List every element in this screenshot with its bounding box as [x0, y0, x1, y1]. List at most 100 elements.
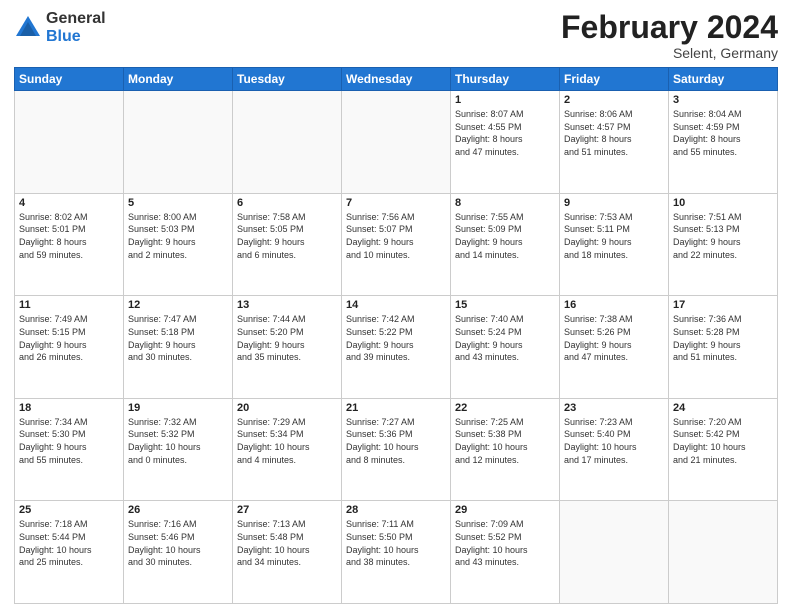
- calendar-cell: 13 Sunrise: 7:44 AM Sunset: 5:20 PM Dayli…: [233, 296, 342, 399]
- page: General Blue February 2024 Selent, Germa…: [0, 0, 792, 612]
- calendar-cell: 11 Sunrise: 7:49 AM Sunset: 5:15 PM Dayli…: [15, 296, 124, 399]
- day-number: 8: [455, 197, 555, 209]
- day-number: 17: [673, 299, 773, 311]
- calendar-cell: 23Sunrise: 7:23 AM Sunset: 5:40 PM Dayli…: [560, 398, 669, 501]
- calendar-week-2: 11 Sunrise: 7:49 AM Sunset: 5:15 PM Dayli…: [15, 296, 778, 399]
- day-info: Sunrise: 7:11 AM Sunset: 5:50 PM Dayligh…: [346, 518, 446, 568]
- calendar-week-0: 1 Sunrise: 8:07 AM Sunset: 4:55 PM Daylig…: [15, 91, 778, 194]
- calendar-cell: 9Sunrise: 7:53 AM Sunset: 5:11 PM Daylig…: [560, 193, 669, 296]
- day-number: 3: [673, 94, 773, 106]
- calendar-cell: 21 Sunrise: 7:27 AM Sunset: 5:36 PM Dayli…: [342, 398, 451, 501]
- day-info: Sunrise: 7:58 AM Sunset: 5:05 PM Dayligh…: [237, 211, 337, 261]
- calendar-header-thursday: Thursday: [451, 68, 560, 91]
- calendar-cell: 26 Sunrise: 7:16 AM Sunset: 5:46 PM Dayli…: [124, 501, 233, 604]
- day-info: Sunrise: 7:34 AM Sunset: 5:30 PM Dayligh…: [19, 416, 119, 466]
- day-info: Sunrise: 8:06 AM Sunset: 4:57 PM Dayligh…: [564, 108, 664, 158]
- day-number: 20: [237, 402, 337, 414]
- day-number: 24: [673, 402, 773, 414]
- calendar-cell: 1 Sunrise: 8:07 AM Sunset: 4:55 PM Daylig…: [451, 91, 560, 194]
- day-info: Sunrise: 7:40 AM Sunset: 5:24 PM Dayligh…: [455, 313, 555, 363]
- day-number: 14: [346, 299, 446, 311]
- day-number: 18: [19, 402, 119, 414]
- day-number: 4: [19, 197, 119, 209]
- day-number: 19: [128, 402, 228, 414]
- header: General Blue February 2024 Selent, Germa…: [14, 10, 778, 61]
- calendar-cell: 29 Sunrise: 7:09 AM Sunset: 5:52 PM Dayli…: [451, 501, 560, 604]
- logo-general: General: [46, 10, 106, 27]
- calendar-cell: 3 Sunrise: 8:04 AM Sunset: 4:59 PM Daylig…: [669, 91, 778, 194]
- day-number: 1: [455, 94, 555, 106]
- day-info: Sunrise: 7:55 AM Sunset: 5:09 PM Dayligh…: [455, 211, 555, 261]
- day-number: 11: [19, 299, 119, 311]
- calendar-cell: 25 Sunrise: 7:18 AM Sunset: 5:44 PM Dayli…: [15, 501, 124, 604]
- calendar-cell: [669, 501, 778, 604]
- calendar-cell: 22 Sunrise: 7:25 AM Sunset: 5:38 PM Dayli…: [451, 398, 560, 501]
- day-info: Sunrise: 7:25 AM Sunset: 5:38 PM Dayligh…: [455, 416, 555, 466]
- calendar-cell: 24 Sunrise: 7:20 AM Sunset: 5:42 PM Dayli…: [669, 398, 778, 501]
- day-info: Sunrise: 7:09 AM Sunset: 5:52 PM Dayligh…: [455, 518, 555, 568]
- day-info: Sunrise: 7:16 AM Sunset: 5:46 PM Dayligh…: [128, 518, 228, 568]
- day-number: 7: [346, 197, 446, 209]
- day-info: Sunrise: 8:04 AM Sunset: 4:59 PM Dayligh…: [673, 108, 773, 158]
- calendar-cell: 20 Sunrise: 7:29 AM Sunset: 5:34 PM Dayli…: [233, 398, 342, 501]
- calendar-header-friday: Friday: [560, 68, 669, 91]
- calendar-cell: 10Sunrise: 7:51 AM Sunset: 5:13 PM Dayli…: [669, 193, 778, 296]
- day-number: 22: [455, 402, 555, 414]
- day-info: Sunrise: 8:07 AM Sunset: 4:55 PM Dayligh…: [455, 108, 555, 158]
- day-number: 13: [237, 299, 337, 311]
- day-number: 29: [455, 504, 555, 516]
- day-info: Sunrise: 7:42 AM Sunset: 5:22 PM Dayligh…: [346, 313, 446, 363]
- calendar-cell: 5 Sunrise: 8:00 AM Sunset: 5:03 PM Daylig…: [124, 193, 233, 296]
- day-number: 16: [564, 299, 664, 311]
- calendar-cell: 7Sunrise: 7:56 AM Sunset: 5:07 PM Daylig…: [342, 193, 451, 296]
- day-number: 21: [346, 402, 446, 414]
- day-number: 27: [237, 504, 337, 516]
- calendar-week-4: 25 Sunrise: 7:18 AM Sunset: 5:44 PM Dayli…: [15, 501, 778, 604]
- calendar-cell: [560, 501, 669, 604]
- calendar-cell: [124, 91, 233, 194]
- logo-text: General Blue: [46, 10, 106, 45]
- day-number: 10: [673, 197, 773, 209]
- title-block: February 2024 Selent, Germany: [561, 10, 778, 61]
- calendar-cell: [15, 91, 124, 194]
- logo: General Blue: [14, 10, 106, 45]
- day-number: 25: [19, 504, 119, 516]
- calendar-cell: 2 Sunrise: 8:06 AM Sunset: 4:57 PM Daylig…: [560, 91, 669, 194]
- day-number: 12: [128, 299, 228, 311]
- title-location: Selent, Germany: [561, 45, 778, 61]
- day-info: Sunrise: 8:02 AM Sunset: 5:01 PM Dayligh…: [19, 211, 119, 261]
- day-info: Sunrise: 7:23 AM Sunset: 5:40 PM Dayligh…: [564, 416, 664, 466]
- calendar-table: SundayMondayTuesdayWednesdayThursdayFrid…: [14, 67, 778, 604]
- calendar-header-wednesday: Wednesday: [342, 68, 451, 91]
- calendar-cell: 19 Sunrise: 7:32 AM Sunset: 5:32 PM Dayli…: [124, 398, 233, 501]
- logo-blue: Blue: [46, 28, 81, 45]
- calendar-header-monday: Monday: [124, 68, 233, 91]
- day-number: 6: [237, 197, 337, 209]
- logo-icon: [14, 14, 42, 42]
- day-info: Sunrise: 7:44 AM Sunset: 5:20 PM Dayligh…: [237, 313, 337, 363]
- day-info: Sunrise: 7:20 AM Sunset: 5:42 PM Dayligh…: [673, 416, 773, 466]
- calendar-cell: [342, 91, 451, 194]
- day-info: Sunrise: 7:32 AM Sunset: 5:32 PM Dayligh…: [128, 416, 228, 466]
- calendar-header-row: SundayMondayTuesdayWednesdayThursdayFrid…: [15, 68, 778, 91]
- day-info: Sunrise: 7:13 AM Sunset: 5:48 PM Dayligh…: [237, 518, 337, 568]
- day-info: Sunrise: 7:29 AM Sunset: 5:34 PM Dayligh…: [237, 416, 337, 466]
- calendar-cell: 4 Sunrise: 8:02 AM Sunset: 5:01 PM Daylig…: [15, 193, 124, 296]
- day-info: Sunrise: 8:00 AM Sunset: 5:03 PM Dayligh…: [128, 211, 228, 261]
- day-info: Sunrise: 7:49 AM Sunset: 5:15 PM Dayligh…: [19, 313, 119, 363]
- day-number: 26: [128, 504, 228, 516]
- calendar-cell: 15Sunrise: 7:40 AM Sunset: 5:24 PM Dayli…: [451, 296, 560, 399]
- day-info: Sunrise: 7:53 AM Sunset: 5:11 PM Dayligh…: [564, 211, 664, 261]
- calendar-week-3: 18 Sunrise: 7:34 AM Sunset: 5:30 PM Dayli…: [15, 398, 778, 501]
- calendar-cell: 16Sunrise: 7:38 AM Sunset: 5:26 PM Dayli…: [560, 296, 669, 399]
- day-info: Sunrise: 7:47 AM Sunset: 5:18 PM Dayligh…: [128, 313, 228, 363]
- day-number: 2: [564, 94, 664, 106]
- calendar-cell: [233, 91, 342, 194]
- day-info: Sunrise: 7:36 AM Sunset: 5:28 PM Dayligh…: [673, 313, 773, 363]
- calendar-cell: 17 Sunrise: 7:36 AM Sunset: 5:28 PM Dayli…: [669, 296, 778, 399]
- calendar-cell: 6 Sunrise: 7:58 AM Sunset: 5:05 PM Daylig…: [233, 193, 342, 296]
- day-info: Sunrise: 7:27 AM Sunset: 5:36 PM Dayligh…: [346, 416, 446, 466]
- day-number: 5: [128, 197, 228, 209]
- day-info: Sunrise: 7:18 AM Sunset: 5:44 PM Dayligh…: [19, 518, 119, 568]
- calendar-cell: 14 Sunrise: 7:42 AM Sunset: 5:22 PM Dayli…: [342, 296, 451, 399]
